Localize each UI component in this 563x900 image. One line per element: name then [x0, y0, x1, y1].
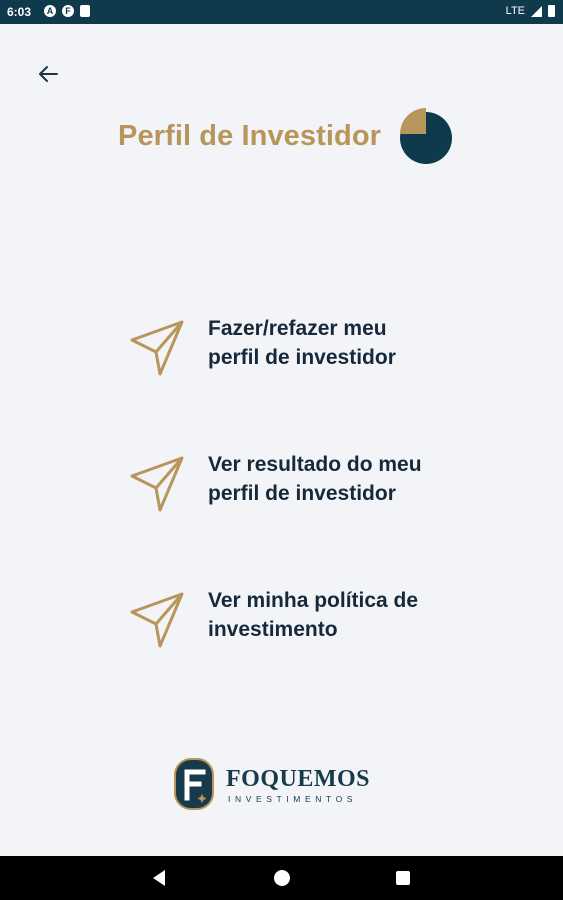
nav-back-icon[interactable]: [153, 870, 165, 886]
menu-item-label: Ver resultado do meu perfil de investido…: [208, 453, 422, 505]
menu-item-label: Fazer/refazer meu perfil de investidor: [208, 317, 396, 369]
title-row: Perfil de Investidor: [0, 104, 563, 168]
menu-item-politica-investimento[interactable]: Ver minha política de investimento: [124, 586, 464, 658]
send-icon: [130, 320, 184, 376]
brand-subtitle: INVESTIMENTOS: [228, 794, 358, 804]
status-time: 6:03: [7, 5, 32, 19]
status-system-icons: LTE: [506, 5, 555, 17]
send-icon: [130, 456, 184, 512]
nav-recents-icon[interactable]: [396, 871, 410, 885]
android-icon: A: [44, 5, 56, 17]
nav-home-icon[interactable]: [274, 870, 290, 886]
battery-icon: [548, 5, 555, 17]
signal-icon: [531, 5, 542, 17]
arrow-left-icon: [39, 66, 58, 82]
pie-chart-icon: [400, 108, 452, 164]
brand-name: FOQUEMOS: [226, 766, 371, 792]
foquemos-badge-icon: [174, 758, 214, 810]
menu-item-label: Ver minha política de investimento: [208, 589, 419, 641]
brand-logo: FOQUEMOS INVESTIMENTOS: [174, 758, 394, 812]
sd-card-icon: [80, 5, 90, 17]
menu-item-refazer-perfil[interactable]: Fazer/refazer meu perfil de investidor: [124, 314, 464, 386]
status-bar: 6:03 A F LTE: [0, 0, 563, 24]
f-app-icon: F: [62, 5, 74, 17]
menu-item-ver-resultado[interactable]: Ver resultado do meu perfil de investido…: [124, 450, 464, 522]
network-type: LTE: [505, 5, 525, 17]
page-title: Perfil de Investidor: [118, 120, 382, 152]
system-nav-bar: [0, 856, 563, 900]
status-notification-icons: A F: [44, 5, 90, 17]
send-icon: [130, 592, 184, 648]
back-button[interactable]: [32, 60, 66, 88]
